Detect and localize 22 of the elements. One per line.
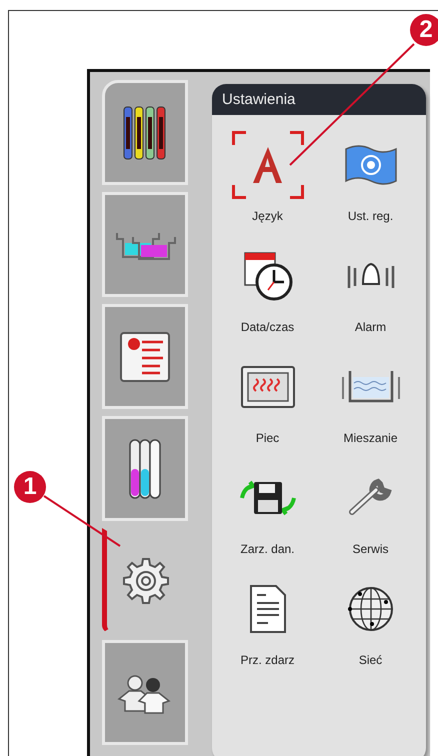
settings-item[interactable]: Piec — [216, 351, 319, 454]
oven-icon — [240, 365, 296, 409]
program-list-icon — [118, 330, 172, 384]
globe-icon — [346, 584, 396, 634]
flag-icon — [342, 143, 398, 187]
test-tubes-icon — [127, 436, 163, 500]
settings-item[interactable]: Data/czas — [216, 240, 319, 343]
settings-item[interactable]: Mieszanie — [319, 351, 422, 454]
settings-item[interactable]: Język — [216, 129, 319, 232]
settings-item[interactable]: Serwis — [319, 462, 422, 565]
gear-icon — [121, 556, 171, 606]
panel-title: Ustawienia — [212, 84, 426, 115]
settings-item[interactable]: Zarz. dan. — [216, 462, 319, 565]
settings-item[interactable]: Prz. zdarz — [216, 573, 319, 676]
document-icon — [248, 583, 288, 635]
calendar-clock-icon — [242, 250, 294, 302]
settings-item[interactable]: Sieć — [319, 573, 422, 676]
callout-marker: 1 — [14, 471, 46, 503]
settings-item[interactable]: Ust. reg. — [319, 129, 422, 232]
floppy-disk-icon — [238, 478, 298, 518]
settings-item[interactable]: Alarm — [319, 240, 422, 343]
callout-marker: 2 — [410, 14, 438, 46]
